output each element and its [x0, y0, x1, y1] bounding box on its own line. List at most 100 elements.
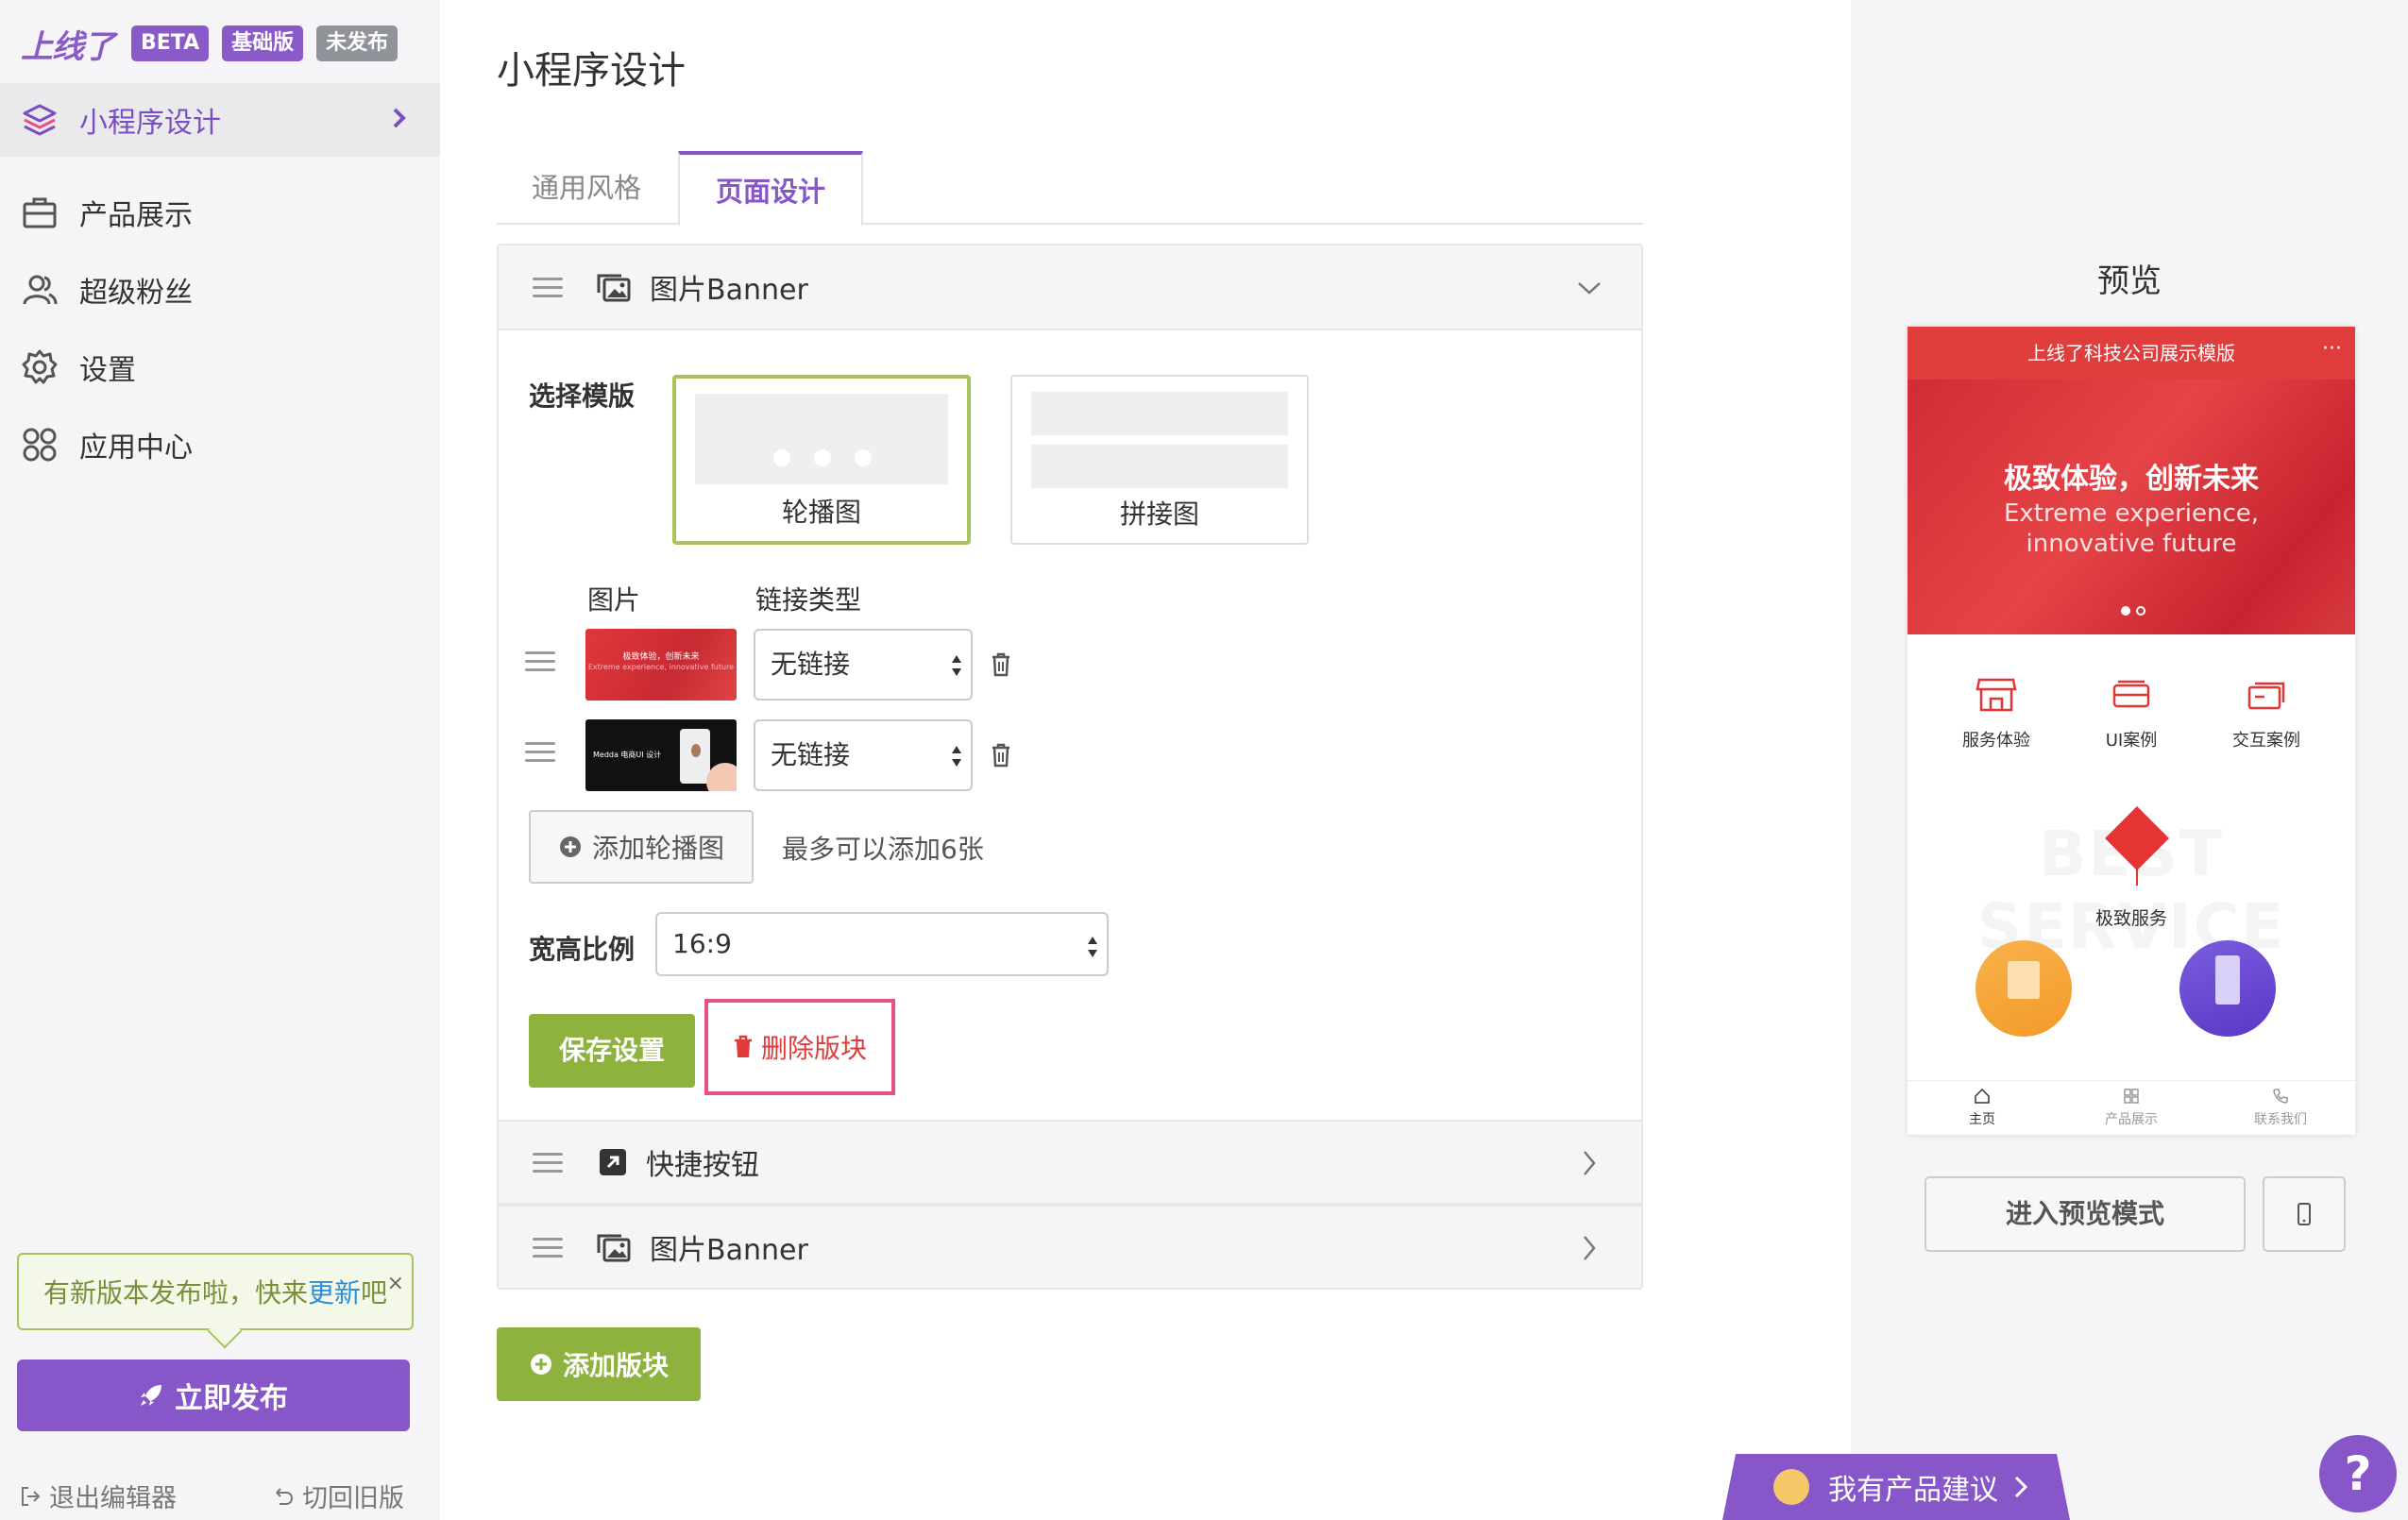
phone-tab-label: 产品展示	[2105, 1112, 2158, 1127]
external-link-icon	[600, 1149, 626, 1175]
ratio-value: 16:9	[672, 928, 732, 959]
brand: 上线了 BETA 基础版 未发布	[21, 21, 411, 66]
avatar-icon	[1773, 1469, 1809, 1505]
mobile-preview-button[interactable]	[2263, 1176, 2346, 1252]
drag-handle-icon[interactable]	[533, 272, 563, 303]
carousel-dots-icon	[773, 449, 872, 466]
gear-icon	[22, 349, 58, 384]
section-header-banner-2[interactable]: 图片Banner	[499, 1205, 1641, 1290]
sidebar-item-label: 超级粉丝	[79, 277, 193, 310]
phone-tab-products: 产品展示	[2057, 1087, 2206, 1128]
feature-circle-purple	[2179, 940, 2276, 1037]
users-icon	[23, 275, 58, 305]
switch-old-version-link[interactable]: 切回旧版	[272, 1478, 404, 1514]
mock-face-image	[691, 744, 701, 757]
phone-icon	[2273, 1089, 2288, 1104]
section-title: 快捷按钮	[646, 1149, 759, 1182]
template-title: 拼接图	[1119, 498, 1199, 530]
card-icon	[2112, 680, 2150, 708]
banner-thumbnail[interactable]: Medda 电商UI 设计	[585, 719, 737, 791]
delete-block-button[interactable]: 删除版块	[704, 999, 895, 1095]
drag-handle-icon[interactable]	[525, 736, 555, 768]
layers-icon	[23, 104, 57, 136]
add-slide-hint: 最多可以添加6张	[782, 834, 984, 865]
section-title: 图片Banner	[650, 274, 808, 307]
trash-icon	[734, 1035, 752, 1057]
sidebar-item-products[interactable]: 产品展示	[0, 179, 440, 245]
carousel-dot-active	[2121, 606, 2130, 616]
link-type-select[interactable]: 无链接	[754, 719, 973, 791]
add-block-button[interactable]: 添加版块	[497, 1327, 701, 1401]
sidebar-item-label: 产品展示	[79, 199, 193, 232]
chevron-right-icon[interactable]	[1575, 1146, 1603, 1180]
delete-block-label: 删除版块	[760, 1033, 867, 1064]
link-type-value: 无链接	[771, 739, 851, 770]
template-carousel[interactable]: 轮播图	[672, 375, 971, 545]
template-collage[interactable]: 拼接图	[1010, 375, 1309, 545]
image-icon	[597, 274, 631, 302]
phone-tab-contact: 联系我们	[2206, 1087, 2355, 1128]
drag-handle-icon[interactable]	[533, 1147, 563, 1178]
image-icon	[597, 1234, 631, 1262]
feature-image	[2215, 955, 2240, 1005]
tab-page-design[interactable]: 页面设计	[678, 151, 863, 227]
notice-text: 有新版本发布啦，快来	[43, 1277, 309, 1309]
shortcut-label: 服务体验	[1962, 731, 2030, 751]
section-header-banner[interactable]: 图片Banner	[499, 245, 1641, 330]
section-header-quick-buttons[interactable]: 快捷按钮	[499, 1120, 1641, 1205]
banner-thumbnail[interactable]: 极致体验，创新未来 Extreme experience, innovative…	[585, 629, 737, 701]
update-notice: 有新版本发布啦，快来 更新吧 ×	[17, 1253, 414, 1349]
chevron-right-icon[interactable]	[1575, 1231, 1603, 1265]
ratio-label: 宽高比例	[529, 934, 636, 965]
notice-pointer	[207, 1313, 243, 1349]
update-link[interactable]: 更新	[308, 1273, 361, 1310]
publish-button[interactable]: 立即发布	[17, 1360, 410, 1431]
tab-bar: 通用风格 页面设计	[497, 151, 1643, 227]
shortcut-service: 服务体验	[1930, 676, 2062, 752]
collage-placeholder-top	[1031, 392, 1288, 435]
thumbnail-title: Medda 电商UI 设计	[593, 751, 662, 759]
enter-preview-button[interactable]: 进入预览模式	[1925, 1176, 2246, 1252]
undo-icon	[276, 1487, 294, 1505]
plan-badge: 基础版	[222, 25, 304, 61]
banner-headline: 极致体验，创新未来	[2004, 463, 2259, 496]
trash-icon[interactable]	[990, 651, 1012, 678]
wallet-icon	[2247, 682, 2285, 710]
home-icon	[1975, 1088, 1990, 1104]
select-caret-icon	[952, 746, 961, 767]
sidebar-item-fans[interactable]: 超级粉丝	[0, 257, 440, 323]
close-icon[interactable]: ×	[387, 1272, 404, 1295]
chevron-right-icon	[2014, 1476, 2028, 1498]
preview-title: 预览	[2097, 262, 2162, 300]
exit-editor-link[interactable]: 退出编辑器	[19, 1478, 177, 1514]
status-badge: 未发布	[316, 25, 399, 61]
sidebar-item-label: 应用中心	[79, 431, 193, 464]
add-block-label: 添加版块	[562, 1350, 669, 1381]
link-type-value: 无链接	[771, 649, 851, 680]
save-settings-button[interactable]: 保存设置	[529, 1014, 695, 1088]
section-title: 图片Banner	[650, 1234, 808, 1267]
tab-general-style[interactable]: 通用风格	[497, 151, 676, 225]
sidebar-item-miniprogram-design[interactable]: 小程序设计	[0, 83, 440, 157]
sidebar-item-app-center[interactable]: 应用中心	[0, 412, 440, 478]
link-type-select[interactable]: 无链接	[754, 629, 973, 701]
chevron-right-icon	[393, 108, 406, 128]
trash-icon[interactable]	[990, 742, 1012, 768]
add-slide-button[interactable]: 添加轮播图	[529, 810, 754, 884]
drag-handle-icon[interactable]	[533, 1232, 563, 1263]
template-title: 轮播图	[781, 497, 861, 528]
chevron-down-icon[interactable]	[1575, 274, 1603, 302]
feature-image	[2008, 961, 2040, 999]
exit-editor-label: 退出编辑器	[49, 1484, 177, 1513]
publish-label: 立即发布	[175, 1382, 288, 1415]
help-button[interactable]: ?	[2319, 1435, 2397, 1512]
feedback-button[interactable]: 我有产品建议	[1722, 1454, 2070, 1520]
carousel-dot	[2136, 606, 2145, 616]
ratio-select[interactable]: 16:9	[655, 912, 1109, 976]
sidebar-item-settings[interactable]: 设置	[0, 334, 440, 400]
sidebar: 上线了 BETA 基础版 未发布 小程序设计 产品展示 超级粉丝 设置 应用中心…	[0, 0, 440, 1520]
collage-placeholder-bottom	[1031, 445, 1288, 488]
preview-pane: 预览 上线了科技公司展示模版 ··· 极致体验，创新未来 Extreme exp…	[1851, 0, 2408, 1520]
drag-handle-icon[interactable]	[525, 646, 555, 677]
briefcase-icon	[23, 197, 57, 228]
